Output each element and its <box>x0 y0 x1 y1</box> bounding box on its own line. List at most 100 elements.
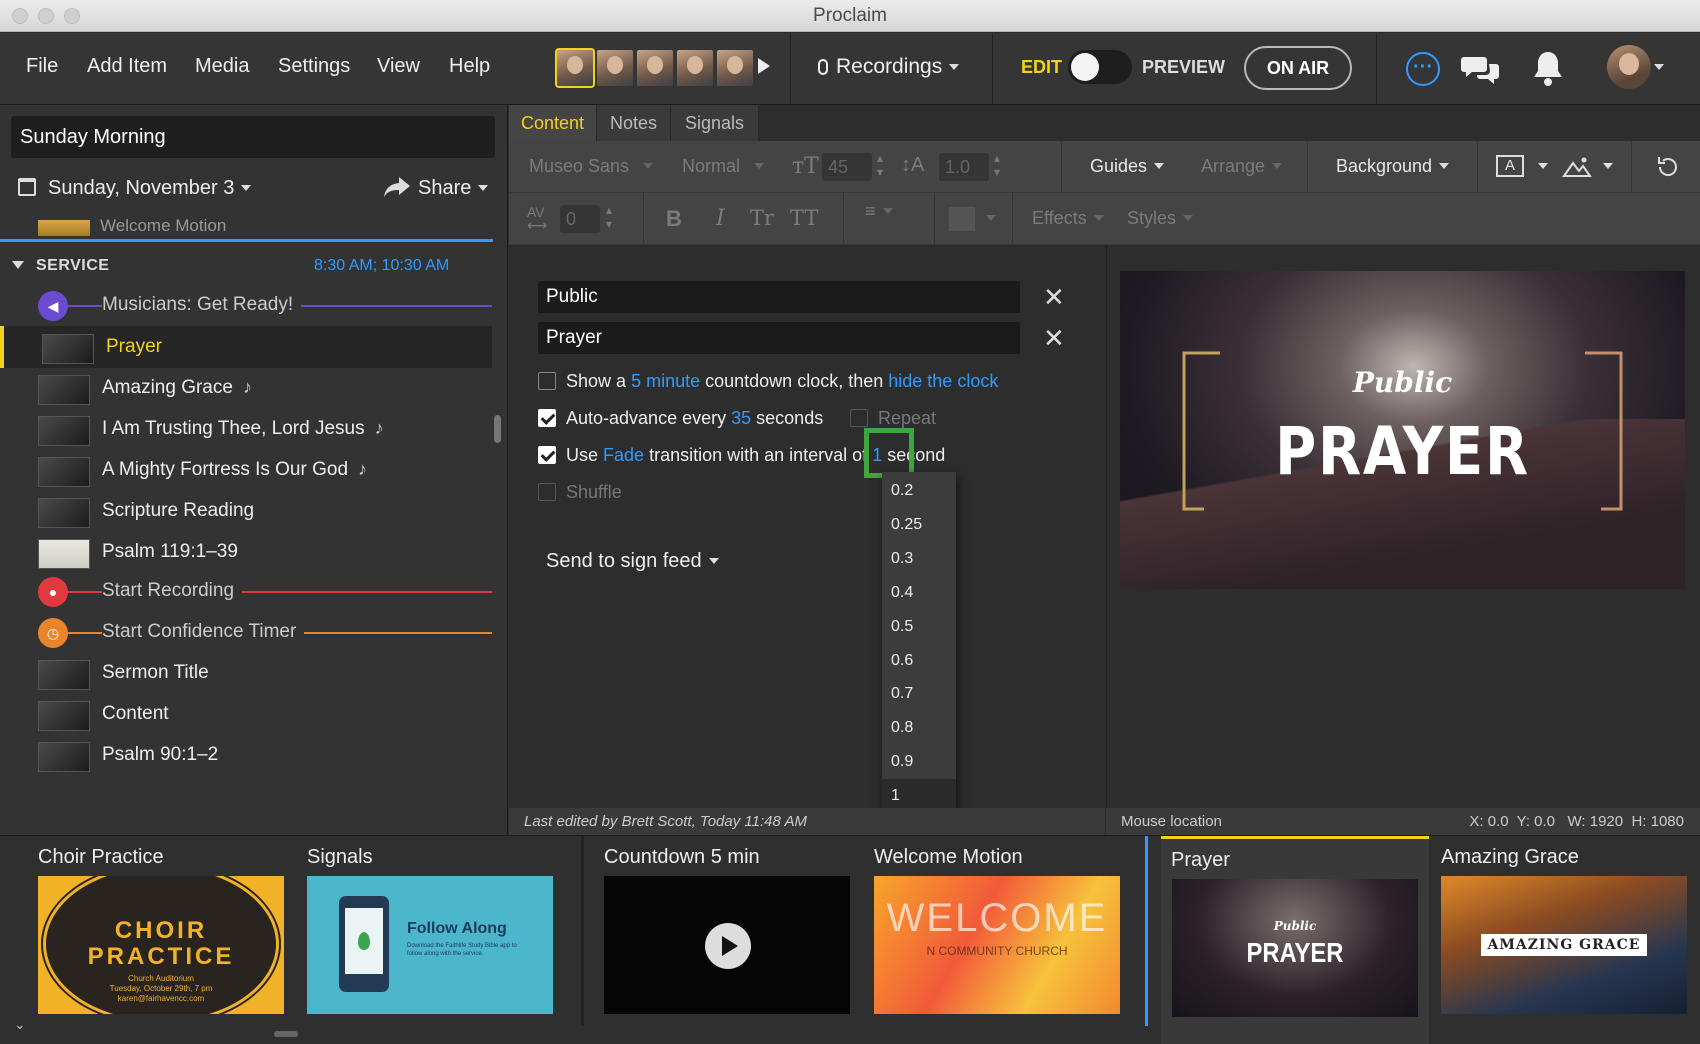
text-line-2-input[interactable]: Prayer <box>538 322 1020 354</box>
countdown-action-link[interactable]: hide the clock <box>888 371 998 391</box>
list-item-peek[interactable]: Welcome Motion <box>100 216 226 234</box>
tab-signals[interactable]: Signals <box>671 105 759 141</box>
interval-option[interactable]: 0.9 <box>882 745 956 779</box>
countdown-checkbox[interactable] <box>538 372 556 390</box>
avatar[interactable] <box>717 50 753 86</box>
interval-option[interactable]: 0.6 <box>882 644 956 678</box>
more-options-icon[interactable]: ··· <box>1406 52 1440 86</box>
queue-card[interactable]: Amazing Grace AMAZING GRACE <box>1441 836 1700 1044</box>
all-caps-button[interactable]: TT <box>790 206 818 230</box>
transition-checkbox[interactable] <box>538 446 556 464</box>
line-spacing-input[interactable]: 1.0 <box>939 153 989 181</box>
line-spacing-stepper[interactable]: ▴ ▾ <box>994 151 1000 179</box>
chevron-down-icon[interactable] <box>1596 156 1613 177</box>
chevron-down-icon[interactable] <box>1531 156 1548 177</box>
section-times[interactable]: 8:30 AM; 10:30 AM <box>314 257 449 275</box>
italic-button[interactable]: I <box>716 206 725 231</box>
send-to-sign-feed-menu[interactable]: Send to sign feed <box>546 550 719 573</box>
menu-media[interactable]: Media <box>195 55 249 78</box>
text-box-icon[interactable]: A <box>1496 155 1524 177</box>
interval-option[interactable]: 0.8 <box>882 711 956 745</box>
avatar[interactable] <box>637 50 673 86</box>
scrollbar[interactable] <box>494 415 501 443</box>
edit-preview-toggle[interactable] <box>1068 50 1132 84</box>
avatar[interactable] <box>555 48 595 88</box>
interval-option[interactable]: 0.3 <box>882 542 956 576</box>
chevron-down-icon[interactable] <box>1654 64 1664 70</box>
menu-help[interactable]: Help <box>449 55 490 78</box>
text-color-swatch[interactable] <box>949 207 975 231</box>
tracking-input[interactable]: 0 <box>560 205 600 233</box>
minimize-window-button[interactable] <box>38 8 54 24</box>
list-item[interactable]: Content <box>0 693 492 735</box>
tab-notes[interactable]: Notes <box>597 105 671 141</box>
queue-card[interactable]: Signals Follow Along Download the Faithl… <box>307 836 577 1044</box>
interval-option[interactable]: 0.7 <box>882 677 956 711</box>
list-item[interactable]: I Am Trusting Thee, Lord Jesus ♪ <box>0 408 492 450</box>
bold-button[interactable]: B <box>666 206 682 232</box>
list-item[interactable]: Amazing Grace ♪ <box>0 367 492 409</box>
arrange-menu[interactable]: Arrange <box>1201 156 1283 177</box>
tab-content[interactable]: Content <box>509 105 597 141</box>
shuffle-checkbox[interactable] <box>538 483 556 501</box>
queue-card-active[interactable]: Prayer Public PRAYER <box>1161 836 1429 1044</box>
guides-menu[interactable]: Guides <box>1090 156 1165 177</box>
list-item[interactable]: ◷ Start Confidence Timer <box>0 611 492 653</box>
avatar[interactable] <box>597 50 633 86</box>
menu-view[interactable]: View <box>377 55 420 78</box>
font-weight-select[interactable]: Normal <box>682 156 765 177</box>
queue-card[interactable]: Countdown 5 min <box>604 836 874 1044</box>
chat-icon[interactable] <box>1461 53 1501 87</box>
collapse-icon[interactable]: ⌄ <box>14 1016 26 1033</box>
service-date-picker[interactable]: Sunday, November 3 <box>18 177 252 200</box>
chevron-down-icon[interactable] <box>979 208 996 229</box>
avatar[interactable] <box>677 50 713 86</box>
reset-icon[interactable] <box>1655 154 1681 180</box>
effects-menu[interactable]: Effects <box>1032 208 1104 229</box>
zoom-window-button[interactable] <box>64 8 80 24</box>
section-header[interactable]: SERVICE <box>12 257 109 275</box>
service-name-field[interactable]: Sunday Morning <box>11 116 495 158</box>
styles-menu[interactable]: Styles <box>1127 208 1194 229</box>
repeat-checkbox[interactable] <box>850 409 868 427</box>
close-window-button[interactable] <box>12 8 28 24</box>
countdown-minutes-link[interactable]: 5 minute <box>631 371 700 391</box>
queue-card[interactable]: Choir Practice CHOIR PRACTICE Church Audi… <box>38 836 308 1044</box>
menu-file[interactable]: File <box>26 55 58 78</box>
remove-line-2-close-icon[interactable]: ✕ <box>1043 325 1065 351</box>
on-air-button[interactable]: ON AIR <box>1244 46 1352 90</box>
auto-advance-seconds-link[interactable]: 35 <box>731 408 751 428</box>
list-item[interactable]: Psalm 90:1–2 <box>0 734 492 776</box>
text-line-1-input[interactable]: Public <box>538 281 1020 313</box>
font-size-input[interactable]: 45 <box>822 153 872 181</box>
small-caps-button[interactable]: Tr <box>750 206 774 230</box>
auto-advance-checkbox[interactable] <box>538 409 556 427</box>
transition-type-link[interactable]: Fade <box>603 445 644 465</box>
list-item[interactable]: ◀ Musicians: Get Ready! <box>0 284 492 326</box>
image-icon[interactable] <box>1562 154 1592 178</box>
slide-preview[interactable]: Public PRAYER <box>1120 271 1685 589</box>
recordings-menu[interactable]: Recordings <box>818 55 960 79</box>
play-icon[interactable] <box>758 58 770 74</box>
list-item[interactable]: A Mighty Fortress Is Our God ♪ <box>0 449 492 491</box>
menu-add-item[interactable]: Add Item <box>87 55 167 78</box>
font-family-select[interactable]: Museo Sans <box>529 156 654 177</box>
font-size-stepper[interactable]: ▴ ▾ <box>877 151 883 179</box>
list-item[interactable]: Psalm 119:1–39 <box>0 531 492 573</box>
list-item[interactable]: Scripture Reading <box>0 490 492 532</box>
resize-handle[interactable] <box>274 1031 298 1037</box>
menu-settings[interactable]: Settings <box>278 55 350 78</box>
interval-option[interactable]: 0.2 <box>882 474 956 508</box>
edit-mode-label[interactable]: EDIT <box>1021 57 1062 78</box>
list-item[interactable]: ● Start Recording <box>0 570 492 612</box>
interval-option[interactable]: 0.5 <box>882 610 956 644</box>
interval-option[interactable]: 0.25 <box>882 508 956 542</box>
background-menu[interactable]: Background <box>1336 156 1450 177</box>
share-button[interactable]: Share <box>384 177 489 200</box>
bell-icon[interactable] <box>1530 49 1566 89</box>
alignment-menu[interactable]: ≡ <box>865 202 893 220</box>
preview-mode-label[interactable]: PREVIEW <box>1142 57 1225 78</box>
queue-card[interactable]: Welcome Motion WELCOME N COMMUNITY CHURC… <box>874 836 1144 1044</box>
list-item[interactable]: Sermon Title <box>0 652 492 694</box>
remove-line-1-close-icon[interactable]: ✕ <box>1043 284 1065 310</box>
